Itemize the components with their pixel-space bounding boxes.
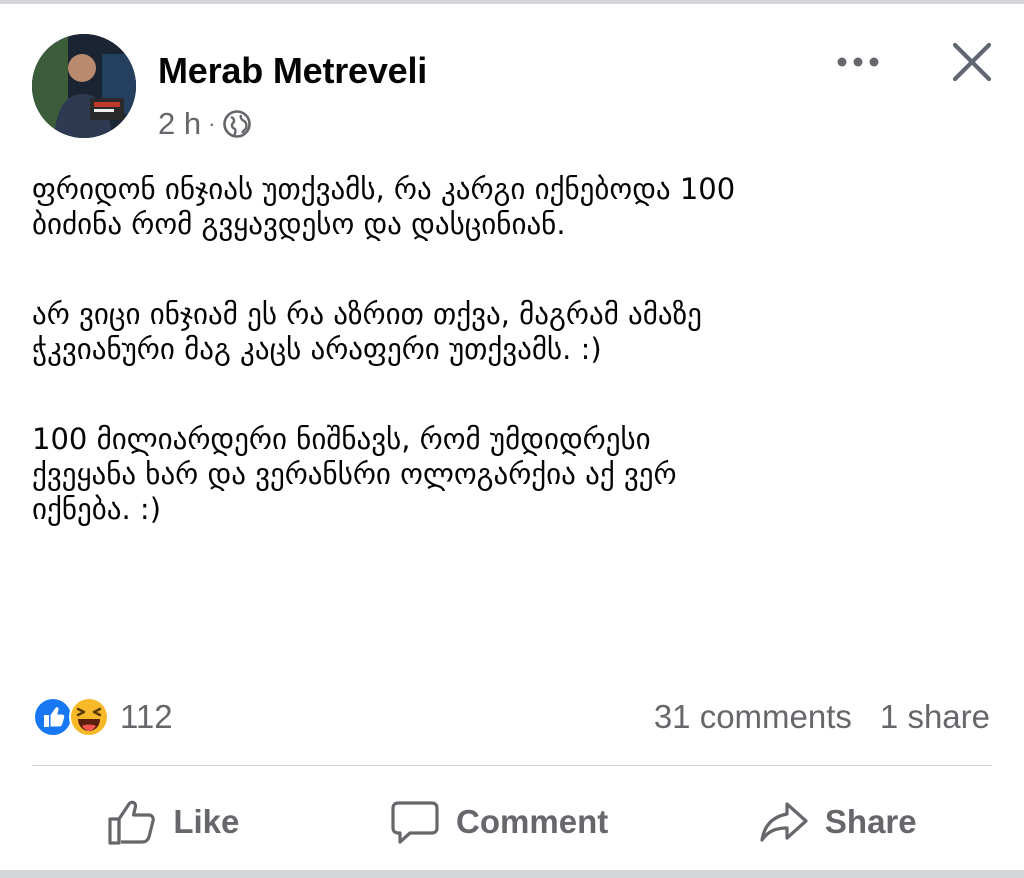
share-arrow-icon bbox=[759, 800, 809, 844]
more-options-button[interactable] bbox=[830, 40, 886, 84]
author-avatar[interactable] bbox=[32, 34, 136, 138]
reactions-summary[interactable]: 112 bbox=[32, 694, 173, 740]
post-paragraph: არ ვიცი ინჯიამ ეს რა აზრით თქვა, მაგრამ … bbox=[32, 297, 992, 367]
comment-button[interactable]: Comment bbox=[378, 799, 620, 845]
post-meta: 2 h · bbox=[158, 104, 252, 144]
shares-count-link[interactable]: 1 share bbox=[880, 698, 990, 736]
post-text-line: ბიძინა რომ გვყავდესო და დასცინიან. bbox=[32, 207, 566, 241]
share-button[interactable]: Share bbox=[747, 800, 929, 844]
post-paragraph: ფრიდონ ინჯიას უთქვამს, რა კარგი იქნებოდა… bbox=[32, 172, 992, 242]
comment-label: Comment bbox=[456, 803, 609, 840]
share-label: Share bbox=[824, 803, 917, 840]
like-label: Like bbox=[173, 803, 240, 840]
comment-bubble-icon bbox=[390, 799, 440, 845]
comments-count-link[interactable]: 31 comments bbox=[654, 698, 852, 736]
post-text-line: 100 მილიარდერი ნიშნავს, რომ უმდიდრესი bbox=[32, 422, 651, 456]
author-name[interactable]: Merab Metreveli bbox=[158, 50, 427, 92]
haha-reaction-icon bbox=[68, 696, 110, 738]
close-icon bbox=[951, 41, 993, 87]
stats-divider bbox=[32, 765, 992, 766]
post-text-line: ქვეყანა ხარ და ვერანსრი ოლოგარქია აქ ვერ bbox=[32, 457, 677, 491]
top-border bbox=[0, 0, 1024, 4]
post-body: ფრიდონ ინჯიას უთქვამს, რა კარგი იქნებოდა… bbox=[32, 172, 992, 582]
post-text-line: იქნება. :) bbox=[32, 492, 162, 526]
like-button[interactable]: Like bbox=[95, 798, 251, 846]
more-horizontal-icon bbox=[836, 53, 880, 72]
post-paragraph: 100 მილიარდერი ნიშნავს, რომ უმდიდრესი ქვ… bbox=[32, 422, 992, 527]
post-text-line: ფრიდონ ინჯიას უთქვამს, რა კარგი იქნებოდა… bbox=[32, 172, 736, 206]
globe-icon bbox=[222, 109, 252, 139]
post-time[interactable]: 2 h bbox=[158, 106, 201, 142]
reaction-count: 112 bbox=[120, 698, 173, 735]
meta-separator: · bbox=[208, 111, 216, 136]
bottom-border bbox=[0, 870, 1024, 878]
close-button[interactable] bbox=[944, 36, 1000, 92]
post-action-bar: Like Comment Share bbox=[32, 790, 992, 854]
thumbs-up-icon bbox=[107, 798, 157, 846]
post-stats: 31 comments 1 share bbox=[654, 694, 990, 740]
post-text-line: არ ვიცი ინჯიამ ეს რა აზრით თქვა, მაგრამ … bbox=[32, 297, 702, 331]
post-text-line: ჭკვიანური მაგ კაცს არაფერი უთქვამს. :) bbox=[32, 332, 602, 366]
